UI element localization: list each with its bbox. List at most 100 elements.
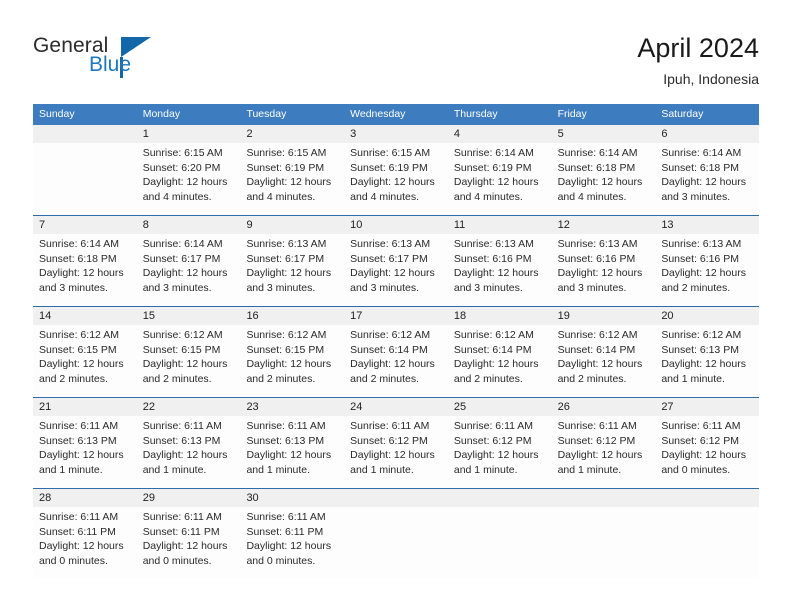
- day-cell-8[interactable]: Sunrise: 6:14 AM Sunset: 6:17 PM Daylight:…: [137, 234, 241, 306]
- day-detail-line: Daylight: 12 hours: [246, 176, 332, 189]
- calendar-week-row: 14 15 16 17 18 19 20 Sunrise: 6:12 AM Sunset: 6:…: [33, 306, 759, 397]
- day-detail-line: Sunrise: 6:11 AM: [246, 420, 326, 432]
- day-cell-27[interactable]: Sunrise: 6:11 AM Sunset: 6:12 PM Daylight:…: [655, 416, 759, 488]
- date-number-15[interactable]: 15: [137, 307, 241, 325]
- day-detail-line: Sunset: 6:19 PM: [246, 161, 325, 174]
- date-number-20[interactable]: 20: [655, 307, 759, 325]
- date-number-8[interactable]: 8: [137, 216, 241, 234]
- day-cell-9[interactable]: Sunrise: 6:13 AM Sunset: 6:17 PM Daylight:…: [240, 234, 344, 306]
- day-detail-line: Daylight: 12 hours: [661, 358, 746, 371]
- day-detail-line: Sunrise: 6:13 AM: [453, 238, 534, 250]
- day-detail-line: Sunrise: 6:15 AM: [350, 147, 431, 159]
- date-number-2[interactable]: 2: [240, 125, 344, 143]
- date-number-empty: [33, 125, 137, 143]
- day-cell-1[interactable]: Sunrise: 6:15 AM Sunset: 6:20 PM Daylight:…: [137, 143, 241, 215]
- date-number-6[interactable]: 6: [655, 125, 759, 143]
- day-detail-line: Sunset: 6:17 PM: [246, 252, 325, 265]
- day-of-week-saturday: Saturday: [661, 108, 704, 120]
- day-of-week-thursday: Thursday: [453, 108, 498, 120]
- date-number-18[interactable]: 18: [448, 307, 552, 325]
- day-detail-line: Sunset: 6:11 PM: [246, 525, 324, 538]
- date-number-10[interactable]: 10: [344, 216, 448, 234]
- day-cell-15[interactable]: Sunrise: 6:12 AM Sunset: 6:15 PM Daylight:…: [137, 325, 241, 397]
- day-cell-13[interactable]: Sunrise: 6:13 AM Sunset: 6:16 PM Daylight:…: [655, 234, 759, 306]
- day-detail-line: Daylight: 12 hours: [453, 449, 539, 462]
- calendar-weeks: 1 2 3 4 5 6 Sunrise: 6:15 AM Sunset: 6:20 PM Day…: [33, 125, 759, 579]
- day-cell-20[interactable]: Sunrise: 6:12 AM Sunset: 6:13 PM Daylight:…: [655, 325, 759, 397]
- day-detail-line: Sunrise: 6:11 AM: [661, 420, 741, 432]
- day-cell-19[interactable]: Sunrise: 6:12 AM Sunset: 6:14 PM Daylight:…: [552, 325, 656, 397]
- day-cell-3[interactable]: Sunrise: 6:15 AM Sunset: 6:19 PM Daylight:…: [344, 143, 448, 215]
- date-number-3[interactable]: 3: [344, 125, 448, 143]
- day-detail-line: Sunrise: 6:13 AM: [661, 238, 742, 250]
- day-cell-6[interactable]: Sunrise: 6:14 AM Sunset: 6:18 PM Daylight:…: [655, 143, 759, 215]
- day-detail-line: and 0 minutes.: [142, 554, 212, 567]
- day-detail-line: Daylight: 12 hours: [142, 540, 228, 553]
- brand-name-blue: Blue: [89, 53, 132, 76]
- day-cell-29[interactable]: Sunrise: 6:11 AM Sunset: 6:11 PM Daylight:…: [137, 507, 241, 579]
- date-number-14[interactable]: 14: [33, 307, 137, 325]
- date-number-16[interactable]: 16: [240, 307, 344, 325]
- date-number-1[interactable]: 1: [137, 125, 241, 143]
- day-cell-22[interactable]: Sunrise: 6:11 AM Sunset: 6:13 PM Daylight:…: [137, 416, 241, 488]
- calendar-grid: Sunday Monday Tuesday Wednesday Thursday Frid…: [33, 104, 759, 579]
- day-cell-7[interactable]: Sunrise: 6:14 AM Sunset: 6:18 PM Daylight:…: [33, 234, 137, 306]
- week-date-numbers: 123456: [33, 125, 759, 143]
- day-cell-23[interactable]: Sunrise: 6:11 AM Sunset: 6:13 PM Daylight:…: [240, 416, 344, 488]
- day-detail-line: and 4 minutes.: [350, 190, 420, 203]
- day-cell-24[interactable]: Sunrise: 6:11 AM Sunset: 6:12 PM Daylight:…: [344, 416, 448, 488]
- date-number-17[interactable]: 17: [344, 307, 448, 325]
- day-detail-line: and 0 minutes.: [39, 554, 108, 567]
- day-detail-line: Daylight: 12 hours: [453, 176, 539, 189]
- day-detail-line: Sunset: 6:19 PM: [350, 161, 428, 174]
- calendar-week-row: 1 2 3 4 5 6 Sunrise: 6:15 AM Sunset: 6:20 PM Day…: [33, 125, 759, 215]
- day-cell-25[interactable]: Sunrise: 6:11 AM Sunset: 6:12 PM Daylight:…: [448, 416, 552, 488]
- day-cell-26[interactable]: Sunrise: 6:11 AM Sunset: 6:12 PM Daylight:…: [552, 416, 656, 488]
- date-number-29[interactable]: 29: [137, 489, 241, 507]
- date-number-7[interactable]: 7: [33, 216, 137, 234]
- week-date-numbers: 14 15 16 17 18 19 20: [33, 307, 759, 325]
- day-detail-line: Sunset: 6:12 PM: [453, 434, 532, 447]
- day-cell-18[interactable]: Sunrise: 6:12 AM Sunset: 6:14 PM Daylight:…: [448, 325, 552, 397]
- day-cell-28[interactable]: Sunrise: 6:11 AM Sunset: 6:11 PM Daylight:…: [33, 507, 137, 579]
- date-number-5[interactable]: 5: [552, 125, 656, 143]
- day-cell-17[interactable]: Sunrise: 6:12 AM Sunset: 6:14 PM Daylight:…: [344, 325, 448, 397]
- date-number-22[interactable]: 22: [137, 398, 241, 416]
- day-detail-line: Daylight: 12 hours: [453, 358, 539, 371]
- day-cell-11[interactable]: Sunrise: 6:13 AM Sunset: 6:16 PM Daylight:…: [448, 234, 552, 306]
- day-cell-10[interactable]: Sunrise: 6:13 AM Sunset: 6:17 PM Daylight:…: [344, 234, 448, 306]
- day-detail-line: and 4 minutes.: [453, 190, 523, 203]
- day-cell-16[interactable]: Sunrise: 6:12 AM Sunset: 6:15 PM Daylight:…: [240, 325, 344, 397]
- date-number-28[interactable]: 28: [33, 489, 137, 507]
- day-cell-12[interactable]: Sunrise: 6:13 AM Sunset: 6:16 PM Daylight:…: [552, 234, 656, 306]
- date-number-4[interactable]: 4: [448, 125, 552, 143]
- date-number-30[interactable]: 30: [240, 489, 344, 507]
- day-cell-30[interactable]: Sunrise: 6:11 AM Sunset: 6:11 PM Daylight:…: [240, 507, 344, 579]
- day-cell-5[interactable]: Sunrise: 6:14 AM Sunset: 6:18 PM Daylight:…: [552, 143, 656, 215]
- date-number-9[interactable]: 9: [240, 216, 344, 234]
- date-number-19[interactable]: 19: [552, 307, 656, 325]
- date-number-13[interactable]: 13: [655, 216, 759, 234]
- date-number-24[interactable]: 24: [344, 398, 448, 416]
- brand-logo[interactable]: General Blue: [33, 35, 213, 85]
- date-number-11[interactable]: 11: [448, 216, 552, 234]
- date-number-12[interactable]: 12: [552, 216, 656, 234]
- date-number-26[interactable]: 26: [552, 398, 656, 416]
- day-cell-4[interactable]: Sunrise: 6:14 AM Sunset: 6:19 PM Daylight:…: [448, 143, 552, 215]
- day-detail-line: and 2 minutes.: [557, 372, 627, 385]
- date-number-empty: [448, 489, 552, 507]
- week-date-numbers: 28 29 30: [33, 489, 759, 507]
- day-cell-21[interactable]: Sunrise: 6:11 AM Sunset: 6:13 PM Daylight:…: [33, 416, 137, 488]
- day-detail-line: Sunset: 6:11 PM: [39, 525, 116, 538]
- day-detail-line: Sunset: 6:14 PM: [350, 343, 428, 356]
- day-cell-14[interactable]: Sunrise: 6:12 AM Sunset: 6:15 PM Daylight:…: [33, 325, 137, 397]
- day-detail-line: Sunset: 6:19 PM: [453, 161, 532, 174]
- date-number-27[interactable]: 27: [655, 398, 759, 416]
- day-detail-line: Sunrise: 6:11 AM: [39, 511, 119, 523]
- date-number-25[interactable]: 25: [448, 398, 552, 416]
- day-cell-2[interactable]: Sunrise: 6:15 AM Sunset: 6:19 PM Daylight:…: [240, 143, 344, 215]
- day-detail-line: Sunset: 6:18 PM: [557, 161, 636, 174]
- day-detail-line: Daylight: 12 hours: [246, 267, 332, 280]
- date-number-21[interactable]: 21: [33, 398, 137, 416]
- date-number-23[interactable]: 23: [240, 398, 344, 416]
